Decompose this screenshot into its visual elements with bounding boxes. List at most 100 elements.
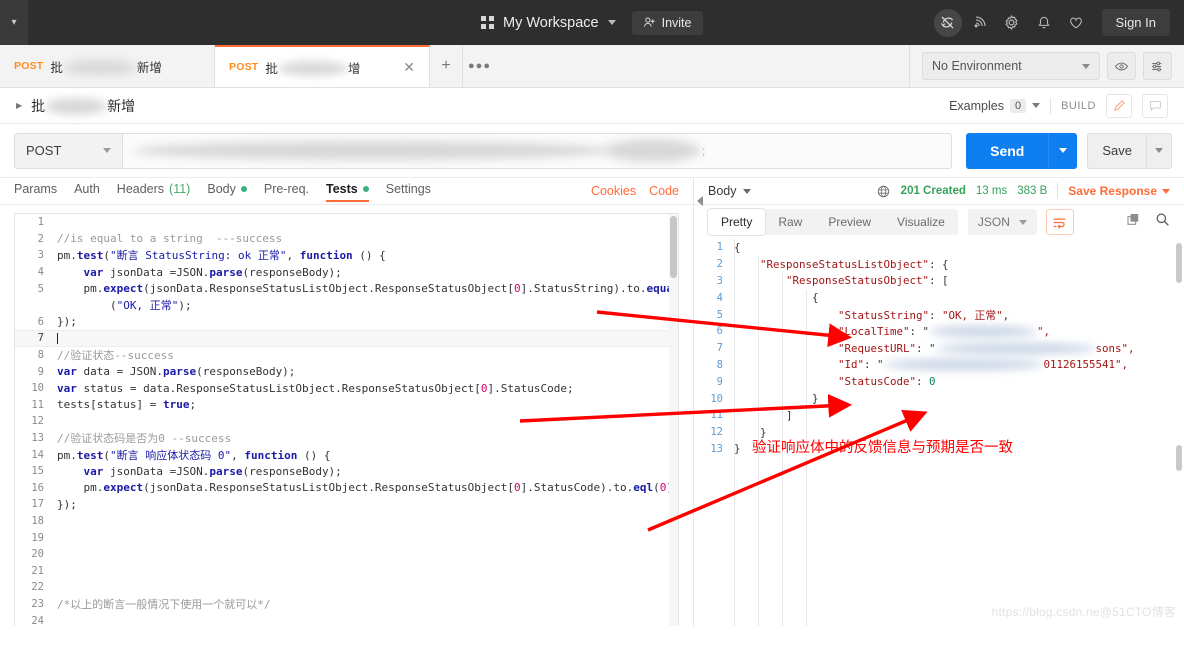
save-response-button[interactable]: Save Response bbox=[1068, 184, 1170, 198]
tab-settings[interactable]: Settings bbox=[386, 182, 431, 201]
tab-preview[interactable]: Preview bbox=[815, 209, 884, 235]
editor-line-code: var jsonData =JSON.parse(responseBody); bbox=[83, 464, 342, 478]
breadcrumb-actions: Examples 0 BUILD bbox=[949, 93, 1168, 118]
send-button[interactable]: Send bbox=[966, 132, 1049, 169]
build-label[interactable]: BUILD bbox=[1061, 100, 1096, 112]
broadcast-icon[interactable] bbox=[966, 9, 994, 37]
workspace-selector[interactable]: My Workspace bbox=[481, 15, 616, 31]
sync-off-icon[interactable] bbox=[933, 8, 962, 37]
tab-auth[interactable]: Auth bbox=[74, 182, 100, 201]
editor-line[interactable]: 19 bbox=[15, 529, 678, 546]
invite-button[interactable]: Invite bbox=[631, 10, 703, 35]
response-format-selector[interactable]: JSON bbox=[967, 209, 1037, 235]
tab-pretty[interactable]: Pretty bbox=[708, 209, 766, 235]
request-tab-links: Cookies Code bbox=[591, 184, 679, 198]
editor-line[interactable]: 6}); bbox=[15, 314, 678, 331]
response-line-code: "ResponseStatusObject": [ bbox=[786, 274, 949, 288]
request-tab-1[interactable]: POST 批新增 bbox=[0, 45, 215, 87]
bell-icon[interactable] bbox=[1030, 9, 1058, 37]
editor-line[interactable]: 12 bbox=[15, 413, 678, 430]
body-dot-icon bbox=[240, 185, 247, 192]
response-scrollbar-thumb-top[interactable] bbox=[1176, 243, 1182, 283]
editor-line[interactable]: 22 bbox=[15, 579, 678, 596]
settings-sliders-icon[interactable] bbox=[1143, 52, 1172, 80]
editor-line[interactable]: ("OK, 正常"); bbox=[15, 297, 678, 314]
examples-selector[interactable]: Examples 0 bbox=[949, 98, 1041, 113]
response-body-selector[interactable]: Body bbox=[708, 184, 737, 198]
sign-in-button[interactable]: Sign In bbox=[1101, 9, 1170, 36]
response-line: 7 "RequestURL": " sons", bbox=[694, 340, 1184, 357]
copy-button[interactable] bbox=[1126, 212, 1141, 232]
response-line-number: 13 bbox=[710, 442, 723, 455]
response-view-tabs: Pretty Raw Preview Visualize bbox=[708, 209, 958, 235]
editor-line[interactable]: 2 //is equal to a string ---success bbox=[15, 231, 678, 248]
chevron-down-icon bbox=[742, 188, 751, 194]
response-pane: Body 201 Created 13 ms 383 B Save Respon… bbox=[694, 178, 1184, 626]
editor-line[interactable]: 10 var status = data.ResponseStatusListOb… bbox=[15, 380, 678, 397]
sidebar-toggle-chevron-icon[interactable]: ▾ bbox=[0, 0, 28, 45]
editor-scrollbar-thumb[interactable] bbox=[670, 216, 677, 278]
editor-line[interactable]: 23 /*以上的断言一般情况下使用一个就可以*/ bbox=[15, 596, 678, 613]
editor-line[interactable]: 9 var data = JSON.parse(responseBody); bbox=[15, 363, 678, 380]
send-options-chevron-icon[interactable] bbox=[1048, 132, 1078, 169]
save-options-chevron-icon[interactable] bbox=[1146, 132, 1172, 169]
editor-line[interactable]: 18 bbox=[15, 513, 678, 530]
http-method-selector[interactable]: POST bbox=[14, 132, 122, 169]
chevron-down-icon bbox=[1032, 103, 1041, 108]
response-body-json[interactable]: 1{2 "ResponseStatusListObject": {3 "Resp… bbox=[694, 239, 1184, 626]
editor-line[interactable]: 7 bbox=[15, 330, 678, 347]
editor-line[interactable]: 3 pm.test("断言 StatusString: ok 正常", funct… bbox=[15, 247, 678, 264]
wrap-lines-button[interactable] bbox=[1045, 209, 1074, 235]
code-link[interactable]: Code bbox=[649, 184, 679, 198]
editor-line[interactable]: 21 bbox=[15, 562, 678, 579]
search-icon bbox=[1156, 213, 1169, 226]
tests-code-editor[interactable]: 1 2//is equal to a string ---success 3 pm.t… bbox=[14, 213, 679, 626]
tab-options-icon[interactable]: ●●● bbox=[463, 45, 496, 87]
breadcrumb-row: ▶ 批新增 Examples 0 BUILD bbox=[0, 88, 1184, 124]
tab-raw[interactable]: Raw bbox=[765, 209, 815, 235]
request-tab-2[interactable]: POST 批增 ✕ bbox=[215, 45, 430, 87]
request-pane: Params Auth Headers (11) Body Pre-req. T… bbox=[0, 178, 703, 626]
search-button[interactable] bbox=[1155, 212, 1170, 232]
close-icon[interactable]: ✕ bbox=[403, 60, 415, 74]
tab-params[interactable]: Params bbox=[14, 182, 57, 201]
tab-visualize[interactable]: Visualize bbox=[884, 209, 958, 235]
editor-line[interactable]: 15 var jsonData =JSON.parse(responseBody… bbox=[15, 463, 678, 480]
editor-line-code: //验证状态--success bbox=[57, 349, 174, 363]
save-button[interactable]: Save bbox=[1087, 132, 1146, 169]
examples-count: 0 bbox=[1009, 98, 1027, 113]
collapse-panel-icon[interactable] bbox=[697, 196, 703, 206]
environment-selector[interactable]: No Environment bbox=[922, 52, 1100, 80]
editor-line[interactable]: 20 bbox=[15, 546, 678, 563]
editor-line[interactable]: 13 //验证状态码是否为0 --success bbox=[15, 430, 678, 447]
editor-line[interactable]: 8 //验证状态--success bbox=[15, 347, 678, 364]
comment-button[interactable] bbox=[1142, 93, 1168, 118]
editor-line-code: var data = JSON.parse(responseBody); bbox=[57, 365, 296, 379]
editor-line[interactable]: 1 bbox=[15, 214, 678, 231]
cookies-link[interactable]: Cookies bbox=[591, 184, 636, 198]
editor-line[interactable]: 11 tests[status] = true; bbox=[15, 397, 678, 414]
tab-body[interactable]: Body bbox=[207, 182, 247, 201]
editor-line[interactable]: 16 pm.expect(jsonData.ResponseStatusList… bbox=[15, 480, 678, 497]
edit-pencil-button[interactable] bbox=[1106, 93, 1132, 118]
expand-triangle-icon[interactable]: ▶ bbox=[16, 101, 22, 110]
environment-quick-look-eye-icon[interactable] bbox=[1107, 52, 1136, 80]
editor-line-code: //验证状态码是否为0 --success bbox=[57, 432, 232, 446]
editor-line[interactable]: 5 pm.expect(jsonData.ResponseStatusListO… bbox=[15, 280, 678, 297]
new-tab-button[interactable]: + bbox=[430, 45, 463, 87]
response-scrollbar-thumb-bottom[interactable] bbox=[1176, 445, 1182, 471]
url-input[interactable]: ; bbox=[122, 132, 953, 169]
response-line-code: "StatusCode": 0 bbox=[838, 375, 936, 389]
editor-scrollbar[interactable] bbox=[669, 214, 678, 626]
tab-prerequest[interactable]: Pre-req. bbox=[264, 182, 309, 201]
editor-line-number: 6 bbox=[37, 315, 44, 328]
editor-line[interactable]: 24 bbox=[15, 612, 678, 626]
editor-line[interactable]: 4 var jsonData =JSON.parse(responseBody)… bbox=[15, 264, 678, 281]
gear-icon[interactable] bbox=[998, 9, 1026, 37]
editor-line[interactable]: 14 pm.test("断言 响应体状态码 0", function () { bbox=[15, 446, 678, 463]
response-format-label: JSON bbox=[977, 215, 1010, 229]
tab-tests[interactable]: Tests bbox=[326, 182, 369, 202]
heart-icon[interactable] bbox=[1062, 9, 1090, 37]
editor-line[interactable]: 17}); bbox=[15, 496, 678, 513]
tab-headers[interactable]: Headers (11) bbox=[117, 182, 191, 201]
